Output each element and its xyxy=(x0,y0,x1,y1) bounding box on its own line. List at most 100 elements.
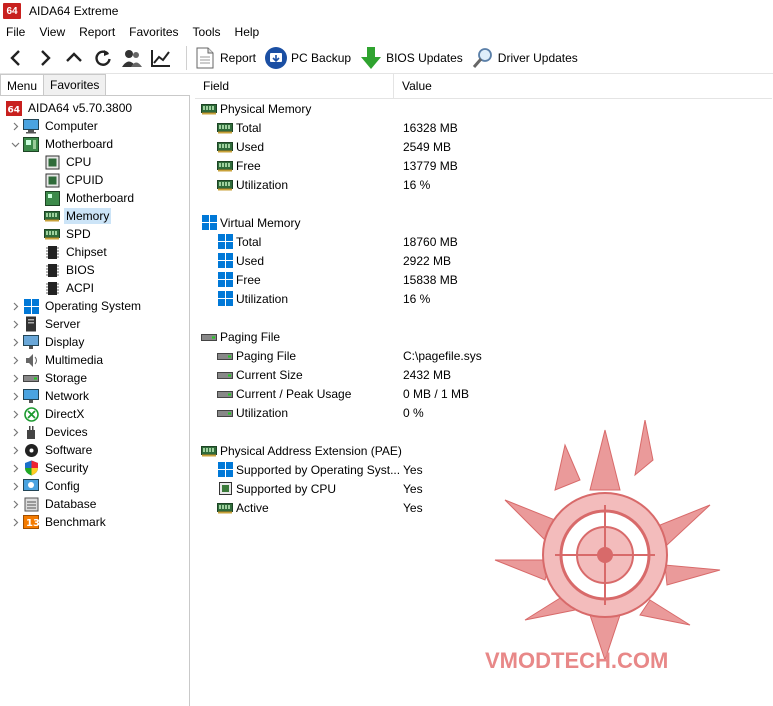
display-icon xyxy=(23,334,39,350)
pc-backup-button[interactable]: PC Backup xyxy=(264,46,351,70)
up-arrow-icon[interactable] xyxy=(61,45,87,71)
chevron-right-icon[interactable] xyxy=(10,517,20,527)
chevron-right-icon[interactable] xyxy=(10,337,20,347)
chevron-right-icon[interactable] xyxy=(10,481,20,491)
data-row[interactable]: Total 18760 MB xyxy=(217,232,767,251)
tree-item-multimedia[interactable]: Multimedia xyxy=(10,351,105,369)
motherboard-icon xyxy=(23,136,39,152)
tab-favorites[interactable]: Favorites xyxy=(43,74,107,95)
tree-item-label: CPU xyxy=(66,155,92,169)
title-bar: 64 AIDA64 Extreme xyxy=(0,0,773,22)
section-header-paging-file[interactable]: Paging File xyxy=(201,327,280,346)
svg-text:13: 13 xyxy=(26,518,39,529)
spd-icon xyxy=(44,226,60,242)
chevron-right-icon[interactable] xyxy=(10,409,20,419)
tree-subitem-memory[interactable]: Memory xyxy=(44,207,112,225)
ram-icon xyxy=(217,140,233,154)
tree-subitem-acpi[interactable]: ACPI xyxy=(44,279,96,297)
cpuid-icon xyxy=(44,172,60,188)
data-row[interactable]: Utilization 16 % xyxy=(217,175,767,194)
tree-item-directx[interactable]: DirectX xyxy=(10,405,86,423)
menu-file[interactable]: File xyxy=(0,25,32,39)
tree-subitem-spd[interactable]: SPD xyxy=(44,225,93,243)
data-row[interactable]: Free 13779 MB xyxy=(217,156,767,175)
tree-item-software[interactable]: Software xyxy=(10,441,94,459)
tree-item-label: DirectX xyxy=(45,407,85,421)
forward-arrow-icon[interactable] xyxy=(32,45,58,71)
column-header-field[interactable]: Field xyxy=(195,74,394,99)
chevron-right-icon[interactable] xyxy=(10,391,20,401)
data-row[interactable]: Used 2922 MB xyxy=(217,251,767,270)
tree-item-display[interactable]: Display xyxy=(10,333,86,351)
tree-item-benchmark[interactable]: 13 Benchmark xyxy=(10,513,108,531)
windows-icon xyxy=(217,253,233,268)
chevron-right-icon[interactable] xyxy=(10,319,20,329)
report-button[interactable]: Report xyxy=(193,46,256,70)
tree-item-server[interactable]: Server xyxy=(10,315,82,333)
devices-icon xyxy=(23,424,39,440)
data-row[interactable]: Utilization 16 % xyxy=(217,289,767,308)
tree-subitem-motherboard[interactable]: Motherboard xyxy=(44,189,136,207)
chevron-right-icon[interactable] xyxy=(10,463,20,473)
ram-icon xyxy=(217,159,233,173)
tree-item-security[interactable]: Security xyxy=(10,459,90,477)
driver-updates-button[interactable]: Driver Updates xyxy=(471,46,578,70)
data-row[interactable]: Total 16328 MB xyxy=(217,118,767,137)
bios-updates-button[interactable]: BIOS Updates xyxy=(359,46,463,70)
tree-item-computer[interactable]: Computer xyxy=(10,117,100,135)
tree-item-network[interactable]: Network xyxy=(10,387,91,405)
tree-item-label: Storage xyxy=(45,371,88,385)
computer-icon xyxy=(23,118,39,134)
tree-item-config[interactable]: Config xyxy=(10,477,82,495)
chevron-right-icon[interactable] xyxy=(10,373,20,383)
tree-item-storage[interactable]: Storage xyxy=(10,369,89,387)
field-value: 2549 MB xyxy=(403,139,452,154)
toolbar-separator xyxy=(186,45,187,70)
chevron-right-icon[interactable] xyxy=(10,445,20,455)
windows-icon xyxy=(217,291,233,306)
section-title: Physical Memory xyxy=(220,101,312,116)
chevron-right-icon[interactable] xyxy=(10,301,20,311)
user-icon[interactable] xyxy=(119,45,145,71)
section-header-physical-address-extension-pae[interactable]: Physical Address Extension (PAE) xyxy=(201,441,402,460)
data-row[interactable]: Current / Peak Usage 0 MB / 1 MB xyxy=(217,384,767,403)
data-row[interactable]: Current Size 2432 MB xyxy=(217,365,767,384)
chevron-right-icon[interactable] xyxy=(10,427,20,437)
data-row[interactable]: Free 15838 MB xyxy=(217,270,767,289)
tab-menu[interactable]: Menu xyxy=(0,74,45,96)
data-row[interactable]: Used 2549 MB xyxy=(217,137,767,156)
chevron-down-icon[interactable] xyxy=(10,139,20,149)
tree-subitem-chipset[interactable]: Chipset xyxy=(44,243,109,261)
field-name: Supported by Operating Syst... xyxy=(236,462,401,477)
field-value: 2922 MB xyxy=(403,253,452,268)
tree-item-database[interactable]: Database xyxy=(10,495,98,513)
menu-help[interactable]: Help xyxy=(228,25,267,39)
tree-subitem-bios[interactable]: BIOS xyxy=(44,261,97,279)
field-name: Total xyxy=(236,120,262,135)
menu-favorites[interactable]: Favorites xyxy=(122,25,185,39)
chart-icon[interactable] xyxy=(148,45,174,71)
tree-item-devices[interactable]: Devices xyxy=(10,423,90,441)
refresh-icon[interactable] xyxy=(90,45,116,71)
tree-item-label: Benchmark xyxy=(45,515,106,529)
section-header-virtual-memory[interactable]: Virtual Memory xyxy=(201,213,300,232)
section-header-physical-memory[interactable]: Physical Memory xyxy=(201,99,311,118)
menu-report[interactable]: Report xyxy=(72,25,122,39)
chevron-right-icon[interactable] xyxy=(10,121,20,131)
tree-item-operating-system[interactable]: Operating System xyxy=(10,297,143,315)
chevron-right-icon[interactable] xyxy=(10,499,20,509)
chevron-right-icon[interactable] xyxy=(10,355,20,365)
drive-icon xyxy=(217,406,233,420)
tree-subitem-cpuid[interactable]: CPUID xyxy=(44,171,105,189)
data-row[interactable]: Paging File C:\pagefile.sys xyxy=(217,346,767,365)
column-header-value[interactable]: Value xyxy=(394,74,772,99)
menu-view[interactable]: View xyxy=(32,25,72,39)
tree-subitem-cpu[interactable]: CPU xyxy=(44,153,93,171)
back-arrow-icon[interactable] xyxy=(3,45,29,71)
chipset-icon xyxy=(44,244,60,260)
drive-icon xyxy=(217,387,233,401)
menu-tools[interactable]: Tools xyxy=(186,25,228,39)
cpu-icon xyxy=(44,154,60,170)
tree-item-motherboard[interactable]: Motherboard xyxy=(10,135,115,153)
tree-root[interactable]: 64 AIDA64 v5.70.3800 xyxy=(6,99,134,117)
